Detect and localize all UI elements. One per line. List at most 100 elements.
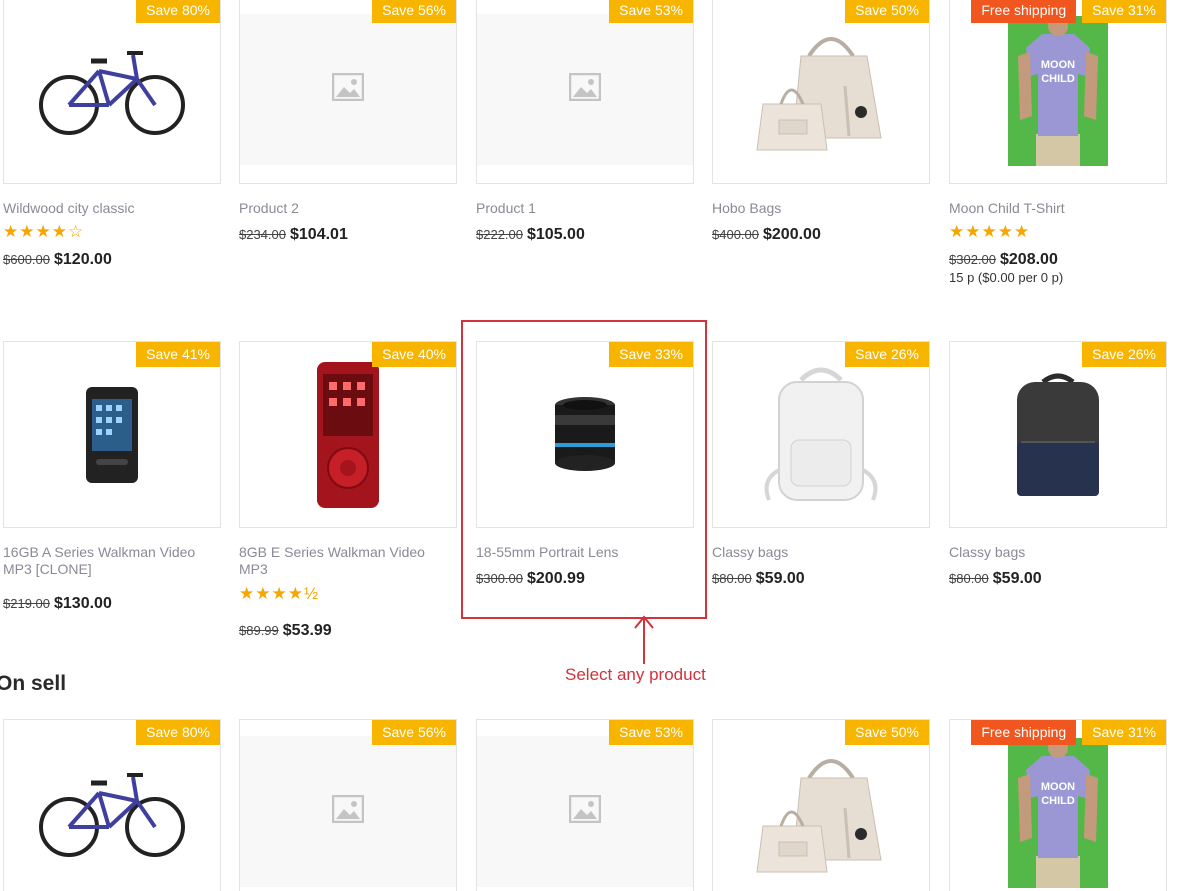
product-title[interactable]: Hobo Bags [712,200,930,217]
discount-badge: Save 41% [136,342,220,367]
product-image[interactable]: Save 56% [239,0,457,184]
placeholder-image [568,72,602,106]
placeholder-image [568,794,602,828]
discount-badge: Save 50% [845,720,929,745]
price: $222.00 $105.00 [476,226,694,244]
product-title[interactable]: Moon Child T-Shirt [949,200,1167,217]
image-placeholder-icon [331,794,365,824]
product-title[interactable]: Product 2 [239,200,457,217]
product-image[interactable]: Save 80% [3,0,221,184]
price: $80.00 $59.00 [949,570,1167,588]
product-card[interactable]: Save 56% Product 2 $234.00 $104.01 [239,0,457,244]
discount-badge: Save 53% [609,0,693,23]
bicycle-icon [39,772,185,857]
product-card[interactable]: Save 50% [712,719,930,891]
price: $600.00 $120.00 [3,251,221,269]
rating-stars: ★★★★☆ [3,222,85,241]
product-card[interactable]: Save 50% Hobo Bags $400.00 $200.00 [712,0,930,244]
mp3-red-image [240,342,456,527]
unit-price: 15 p ($0.00 per 0 p) [949,270,1064,285]
discount-badge: Save 80% [136,0,220,23]
product-card[interactable]: Save 53% Product 1 $222.00 $105.00 [476,0,694,244]
discount-badge: Save 56% [372,720,456,745]
discount-badge: Save 56% [372,0,456,23]
product-card[interactable]: Save 56% [239,719,457,891]
product-card[interactable]: Save 40% 8GB E Series Walkman Video MP3 … [239,341,457,640]
mp3-player-black [86,386,138,483]
product-card[interactable]: Save 80% Wildwood city classic ★★★★☆ $60… [3,0,221,269]
placeholder-image [331,794,365,828]
rating-stars: ★★★★½ [239,584,320,603]
product-image[interactable]: Save 50% [712,0,930,184]
handbag-image [713,0,929,183]
price: $302.00 $208.00 [949,251,1167,269]
product-image[interactable]: Save 50% [712,719,930,891]
free-shipping-badge: Free shipping [971,720,1077,745]
sale-price: $120.00 [54,251,112,268]
product-image[interactable]: Save 40% [239,341,457,528]
product-card[interactable]: MOON CHILD Free shipping Save 31% [949,719,1167,891]
tshirt-photo: MOON CHILD [1008,737,1108,888]
discount-badge: Save 31% [1082,0,1166,23]
discount-badge: Save 80% [136,720,220,745]
product-image[interactable]: Save 80% [3,719,221,891]
product-title[interactable]: 16GB A Series Walkman Video MP3 [CLONE] [3,544,221,578]
backpack-white-icon [764,367,878,501]
product-title[interactable]: Classy bags [949,544,1167,561]
product-title[interactable]: Classy bags [712,544,930,561]
product-image[interactable]: Save 41% [3,341,221,528]
sale-price: $208.00 [1000,251,1058,268]
product-title[interactable]: Wildwood city classic [3,200,221,217]
product-image[interactable]: Save 53% [476,719,694,891]
tshirt-image: MOON CHILD [950,0,1166,183]
bicycle-image [4,0,220,183]
product-card[interactable]: Save 41% 16GB A Series Walkman Video MP3… [3,341,221,613]
backpack-dark-icon [1017,373,1099,496]
price: $400.00 $200.00 [712,226,930,244]
backpack-dark-image [950,342,1166,527]
tshirt-image: MOON CHILD [950,720,1166,891]
sale-price: $130.00 [54,595,112,612]
product-card[interactable]: Save 80% [3,719,221,891]
sale-price: $200.00 [763,226,821,243]
annotation-label: Select any product [565,665,706,684]
image-placeholder-icon [331,72,365,102]
handbag-icon [756,758,882,872]
product-card[interactable]: MOON CHILD Free shipping Save 31% Moon Ch… [949,0,1167,285]
discount-badge: Save 26% [1082,342,1166,367]
old-price: $400.00 [712,227,759,242]
old-price: $219.00 [3,596,50,611]
sale-price: $105.00 [527,226,585,243]
svg-text:CHILD: CHILD [1041,795,1075,807]
product-card[interactable]: Save 26% Classy bags $80.00 $59.00 [949,341,1167,588]
handbag-icon [756,36,882,150]
old-price: $600.00 [3,252,50,267]
product-card[interactable]: Save 26% Classy bags $80.00 $59.00 [712,341,930,588]
svg-text:MOON: MOON [1041,59,1075,71]
product-card[interactable]: Save 53% [476,719,694,891]
discount-badge: Save 40% [372,342,456,367]
product-image[interactable]: MOON CHILD Free shipping Save 31% [949,0,1167,184]
product-image[interactable]: Save 56% [239,719,457,891]
bicycle-image [4,720,220,891]
mp3-black-image [4,342,220,527]
annotation-arrow-icon [634,615,654,664]
old-price: $80.00 [712,571,752,586]
sale-price: $53.99 [282,622,332,639]
old-price: $222.00 [476,227,523,242]
product-title[interactable]: Product 1 [476,200,694,217]
product-image[interactable]: Save 53% [476,0,694,184]
product-image[interactable]: Save 26% [712,341,930,528]
backpack-white-image [713,342,929,527]
price: $234.00 $104.01 [239,226,457,244]
sale-price: $104.01 [290,226,348,243]
product-image[interactable]: MOON CHILD Free shipping Save 31% [949,719,1167,891]
placeholder-image [331,72,365,106]
svg-text:MOON: MOON [1041,781,1075,793]
selection-highlight-box [461,320,707,619]
product-image[interactable]: Save 26% [949,341,1167,528]
discount-badge: Save 31% [1082,720,1166,745]
price: $89.99 $53.99 [239,622,457,640]
discount-badge: Save 53% [609,720,693,745]
product-title[interactable]: 8GB E Series Walkman Video MP3 [239,544,457,578]
